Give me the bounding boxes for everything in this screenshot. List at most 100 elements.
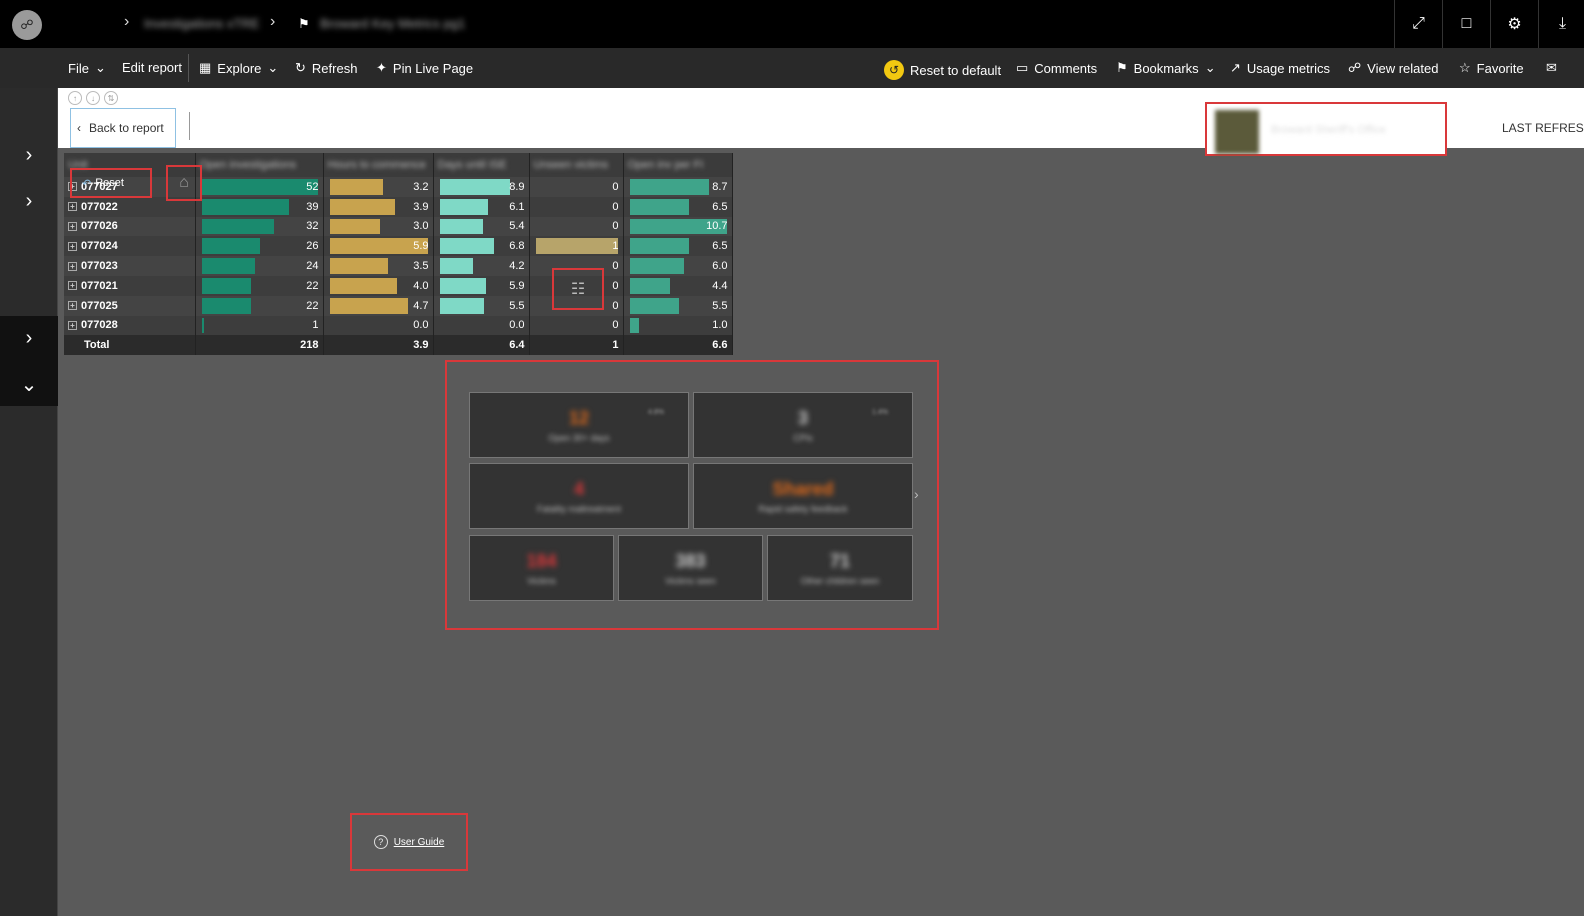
table-row[interactable]: +077024 26 5.9 6.8 1 6.5 bbox=[64, 236, 733, 257]
data-bar bbox=[201, 238, 260, 255]
kpi-card[interactable]: Shared Rapid safety feedback bbox=[693, 463, 913, 529]
table-row[interactable]: +077022 39 3.9 6.1 0 6.5 bbox=[64, 196, 733, 217]
row-label[interactable]: +077026 bbox=[64, 216, 196, 237]
cell-value: 22 bbox=[306, 299, 319, 312]
expand-row-icon[interactable]: + bbox=[68, 261, 77, 271]
refresh-button[interactable]: ↻ Refresh bbox=[295, 60, 357, 76]
back-to-report-button[interactable]: ‹ Back to report bbox=[70, 108, 176, 148]
kpi-card[interactable]: 383 Victims seen bbox=[618, 535, 763, 601]
column-header[interactable]: Open investigations bbox=[195, 153, 324, 177]
expand-pages-button[interactable]: › bbox=[0, 316, 58, 360]
expand-icon: ⤢ bbox=[1412, 15, 1425, 32]
kpi-card[interactable]: 184 Victims bbox=[469, 535, 614, 601]
user-guide-link[interactable]: ? User Guide bbox=[350, 813, 468, 871]
edit-report-button[interactable]: Edit report bbox=[122, 60, 182, 75]
file-menu[interactable]: File ⌄ bbox=[68, 60, 106, 76]
table-cell: 0.0 bbox=[323, 315, 434, 336]
hierarchy-button[interactable]: ☷ bbox=[552, 268, 604, 310]
data-bar bbox=[329, 218, 380, 235]
cell-value: 26 bbox=[306, 240, 319, 253]
chevron-right-icon[interactable]: › bbox=[914, 486, 919, 502]
home-button[interactable]: ⌂ bbox=[166, 165, 202, 201]
comment-button[interactable]: □ bbox=[1442, 0, 1490, 48]
expand-row-icon[interactable]: + bbox=[68, 222, 77, 232]
cell-value: 5.9 bbox=[509, 279, 525, 292]
table-cell: 6.5 bbox=[623, 196, 733, 217]
expand-row-icon[interactable]: + bbox=[68, 301, 77, 311]
data-bar bbox=[629, 179, 709, 195]
column-header[interactable]: Open inv per FI bbox=[623, 153, 733, 177]
row-label[interactable]: +077025 bbox=[64, 295, 196, 316]
total-value: 3.9 bbox=[323, 335, 434, 356]
column-header[interactable]: Hours to commence bbox=[323, 153, 434, 177]
seal-logo bbox=[1215, 110, 1259, 154]
data-bar bbox=[329, 179, 383, 195]
download-button[interactable]: ⤓ bbox=[1538, 0, 1584, 48]
table-row[interactable]: +077025 22 4.7 5.5 0 5.5 bbox=[64, 295, 733, 316]
table-cell: 4.4 bbox=[623, 275, 733, 296]
user-guide-label[interactable]: User Guide bbox=[394, 837, 445, 848]
table-cell: 8.7 bbox=[623, 177, 733, 197]
row-label[interactable]: +077024 bbox=[64, 236, 196, 257]
cell-value: 24 bbox=[306, 260, 319, 273]
table-cell: 39 bbox=[195, 196, 324, 217]
chevron-right-icon: › bbox=[25, 143, 33, 166]
table-row[interactable]: +077023 24 3.5 4.2 0 6.0 bbox=[64, 256, 733, 276]
metrics-matrix: Unit Open investigations Hours to commen… bbox=[64, 153, 733, 356]
comment-icon: □ bbox=[1461, 15, 1472, 32]
table-row[interactable]: +077026 32 3.0 5.4 0 10.7 bbox=[64, 216, 733, 237]
subscribe-button[interactable]: ✉ bbox=[1546, 60, 1557, 76]
kpi-label: Victims seen bbox=[665, 575, 716, 586]
kpi-card[interactable]: 12 Open 30+ days 4.8% bbox=[469, 392, 689, 458]
row-label[interactable]: +077023 bbox=[64, 256, 196, 276]
expand-all-icon[interactable]: ⇅ bbox=[104, 91, 118, 105]
cell-value: 3.5 bbox=[413, 260, 429, 273]
table-cell: 4.7 bbox=[323, 295, 434, 316]
cell-value: 6.8 bbox=[509, 240, 525, 253]
breadcrumb-workspace[interactable]: Investigations xTRE bbox=[144, 16, 260, 31]
view-related-button[interactable]: ☍ View related bbox=[1348, 60, 1438, 76]
table-row[interactable]: +077028 1 0.0 0.0 0 1.0 bbox=[64, 315, 733, 336]
total-value: 6.6 bbox=[623, 335, 733, 356]
kpi-card[interactable]: 4 Fatality maltreatment bbox=[469, 463, 689, 529]
column-header[interactable]: Days until ISE bbox=[433, 153, 530, 177]
expand-row-icon[interactable]: + bbox=[68, 241, 77, 251]
reset-button[interactable]: ↶ Reset bbox=[70, 168, 152, 198]
settings-button[interactable]: ⚙ bbox=[1490, 0, 1538, 48]
expand-button[interactable]: ⤢ bbox=[1394, 0, 1442, 48]
app-launcher-icon[interactable]: ☍ bbox=[12, 10, 42, 40]
pin-live-page-button[interactable]: ✦ Pin Live Page bbox=[376, 60, 473, 76]
expand-pane-button[interactable]: › bbox=[0, 133, 58, 177]
favorite-button[interactable]: ☆ Favorite bbox=[1459, 60, 1524, 76]
comments-label: Comments bbox=[1034, 60, 1098, 76]
table-cell: 1.0 bbox=[623, 315, 733, 336]
row-label[interactable]: +077021 bbox=[64, 275, 196, 296]
kpi-card[interactable]: 3 CPIs 1.4% bbox=[693, 392, 913, 458]
kpi-card[interactable]: 71 Other children seen bbox=[767, 535, 913, 601]
cell-value: 4.4 bbox=[712, 279, 728, 292]
comments-button[interactable]: ▭ Comments bbox=[1016, 60, 1097, 76]
table-row[interactable]: +077021 22 4.0 5.9 0 4.4 bbox=[64, 275, 733, 296]
usage-metrics-button[interactable]: ↗ Usage metrics bbox=[1230, 60, 1330, 76]
explore-menu[interactable]: ▦ Explore ⌄ bbox=[199, 60, 278, 76]
drill-down-icon[interactable]: ↓ bbox=[86, 91, 100, 105]
view-related-label: View related bbox=[1367, 60, 1439, 76]
drill-up-icon[interactable]: ↑ bbox=[68, 91, 82, 105]
data-bar bbox=[629, 277, 670, 294]
hierarchy-icon: ☷ bbox=[570, 281, 586, 298]
cell-value: 6.5 bbox=[712, 240, 728, 253]
expand-row-icon[interactable]: + bbox=[68, 202, 77, 212]
table-row[interactable]: +077027 52 3.2 8.9 0 8.7 bbox=[64, 177, 733, 197]
column-header[interactable]: Unseen victims bbox=[529, 153, 624, 177]
reset-to-default-button[interactable]: ↺ Reset to default bbox=[884, 60, 1001, 80]
breadcrumb-page[interactable]: Broward Key Metrics pg1 bbox=[320, 16, 465, 31]
bookmarks-menu[interactable]: ⚑ Bookmarks ⌄ bbox=[1116, 60, 1216, 76]
expand-row-icon[interactable]: + bbox=[68, 281, 77, 291]
collapse-button[interactable]: ⌄ bbox=[0, 362, 58, 406]
cell-value: 5.4 bbox=[509, 220, 525, 233]
chevron-right-icon: › bbox=[124, 13, 130, 30]
row-label[interactable]: +077028 bbox=[64, 315, 196, 336]
expand-filters-button[interactable]: › bbox=[0, 179, 58, 223]
chevron-left-icon: ‹ bbox=[77, 121, 81, 135]
expand-row-icon[interactable]: + bbox=[68, 321, 77, 331]
